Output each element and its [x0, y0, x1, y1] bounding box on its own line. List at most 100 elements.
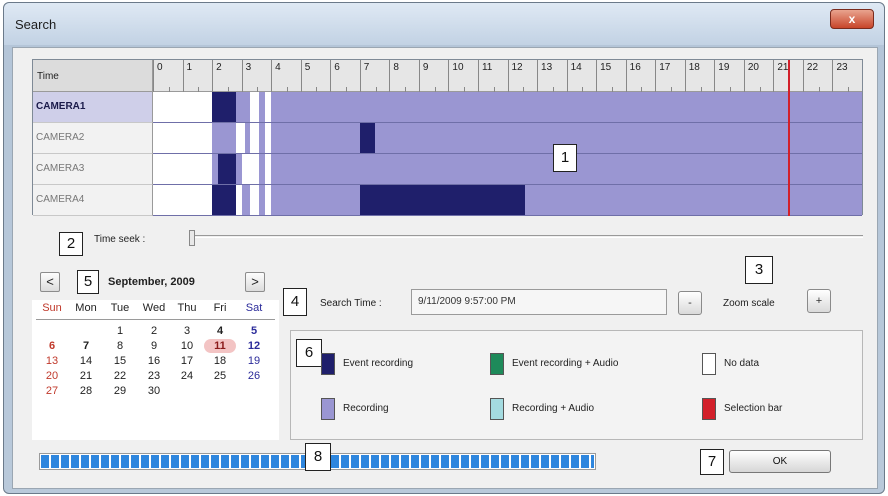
hour-label: 5: [304, 62, 311, 73]
calendar-day[interactable]: 24: [171, 369, 203, 383]
legend-label: Event recording: [343, 358, 414, 369]
calendar-day[interactable]: 1: [104, 324, 136, 338]
camera-track[interactable]: [153, 185, 862, 216]
calendar-day[interactable]: 21: [70, 369, 102, 383]
calendar-day[interactable]: 5: [238, 324, 270, 338]
calendar-day[interactable]: 4: [204, 324, 236, 338]
calendar-day[interactable]: 23: [138, 369, 170, 383]
weekday-header: Sun: [42, 302, 62, 314]
time-seek-thumb[interactable]: [189, 230, 195, 246]
calendar-day[interactable]: 20: [36, 369, 68, 383]
hour-tick: 18: [684, 60, 715, 92]
calendar-day-selected[interactable]: 11: [204, 339, 236, 353]
hour-label: 23: [836, 62, 848, 73]
hour-tick: 14: [566, 60, 597, 92]
calendar-day[interactable]: 2: [138, 324, 170, 338]
prev-month-button[interactable]: <: [40, 272, 60, 292]
zoom-out-button[interactable]: -: [678, 291, 702, 315]
recording-segment: [259, 92, 266, 122]
close-button[interactable]: x: [830, 9, 874, 29]
calendar-day[interactable]: 19: [238, 354, 270, 368]
hour-label: 6: [334, 62, 340, 73]
recording-segment: [259, 154, 266, 184]
calendar-day[interactable]: 30: [138, 384, 170, 398]
time-seek-label: Time seek :: [94, 234, 146, 245]
hour-tick: 8: [389, 60, 419, 92]
camera-track[interactable]: [153, 123, 862, 154]
time-seek-slider[interactable]: [189, 235, 863, 238]
hour-tick: 6: [330, 60, 360, 92]
hour-tick: 19: [714, 60, 744, 92]
event-recording-segment: [217, 154, 236, 184]
recording-segment: [212, 123, 236, 153]
calendar-day[interactable]: 7: [70, 339, 102, 353]
hour-label: 18: [688, 62, 700, 73]
hour-label: 14: [570, 62, 582, 73]
calendar-day[interactable]: 27: [36, 384, 68, 398]
zoom-in-button[interactable]: +: [807, 289, 831, 313]
calendar-day[interactable]: 10: [171, 339, 203, 353]
legend-label: Selection bar: [724, 403, 783, 414]
calendar-day[interactable]: 17: [171, 354, 203, 368]
search-time-input[interactable]: 9/11/2009 9:57:00 PM: [411, 289, 667, 315]
callout-4: 4: [283, 288, 307, 316]
camera-label[interactable]: CAMERA2: [33, 123, 153, 154]
callout-8: 8: [305, 443, 331, 471]
camera-label[interactable]: CAMERA1: [33, 92, 153, 123]
calendar-day[interactable]: 18: [204, 354, 236, 368]
search-dialog: Search x Time 0 1 2 3 4 5 6 7 8 9 10 11 12 13 14 15 16 17…: [3, 2, 885, 494]
selection-bar[interactable]: [788, 60, 791, 216]
camera-track[interactable]: [153, 154, 862, 185]
calendar-day[interactable]: 28: [70, 384, 102, 398]
next-month-button[interactable]: >: [245, 272, 265, 292]
calendar-divider: [36, 319, 275, 320]
calendar-day[interactable]: 22: [104, 369, 136, 383]
camera-track[interactable]: [153, 92, 862, 123]
event-recording-segment: [359, 123, 375, 153]
calendar-day[interactable]: 15: [104, 354, 136, 368]
hour-label: 22: [806, 62, 819, 73]
recording-audio-swatch: [490, 398, 504, 420]
hour-label: 16: [629, 62, 641, 73]
calendar-day[interactable]: 6: [36, 339, 68, 353]
calendar-day[interactable]: 14: [70, 354, 102, 368]
recording-segment: [271, 123, 360, 153]
calendar-day[interactable]: 8: [104, 339, 136, 353]
hour-tick: 1: [182, 60, 213, 92]
hour-tick: 4: [271, 60, 301, 92]
hour-tick: 23: [832, 60, 862, 92]
hour-label: 17: [659, 62, 671, 73]
recording-segment: [271, 92, 862, 122]
ok-button[interactable]: OK: [729, 450, 831, 473]
hour-ruler: 0 1 2 3 4 5 6 7 8 9 10 11 12 13 14 15 16 17 18 19 20 21 22 23: [153, 60, 862, 92]
calendar-day[interactable]: 29: [104, 384, 136, 398]
camera-label[interactable]: CAMERA3: [33, 154, 153, 185]
legend-label: No data: [724, 358, 760, 369]
event-recording-segment: [359, 185, 526, 215]
calendar-day[interactable]: 12: [238, 339, 270, 353]
calendar-day[interactable]: 13: [36, 354, 68, 368]
no-data-swatch: [702, 353, 716, 375]
hour-label: 21: [777, 62, 789, 73]
hour-tick: 0: [153, 60, 183, 92]
calendar-day[interactable]: 3: [171, 324, 203, 338]
hour-label: 1: [186, 62, 193, 73]
title-bar: Search x: [4, 3, 884, 45]
timeline-grid[interactable]: Time 0 1 2 3 4 5 6 7 8 9 10 11 12 13 14 15 16 17 18 19 20 21 2…: [32, 59, 863, 216]
calendar-day[interactable]: 26: [238, 369, 270, 383]
hour-tick: 16: [625, 60, 656, 92]
calendar-day[interactable]: 16: [138, 354, 170, 368]
recording-segment: [525, 185, 862, 215]
legend-label: Recording: [343, 403, 389, 414]
hour-tick: 3: [241, 60, 272, 92]
recording-segment: [235, 154, 242, 184]
callout-6: 6: [296, 339, 322, 367]
weekday-header: Mon: [75, 302, 97, 314]
callout-1: 1: [553, 144, 577, 172]
recording-segment: [259, 185, 266, 215]
calendar-day[interactable]: 9: [138, 339, 170, 353]
calendar-day[interactable]: 25: [204, 369, 236, 383]
time-header: Time: [33, 60, 153, 92]
hour-tick: 20: [743, 60, 774, 92]
camera-label[interactable]: CAMERA4: [33, 185, 153, 216]
